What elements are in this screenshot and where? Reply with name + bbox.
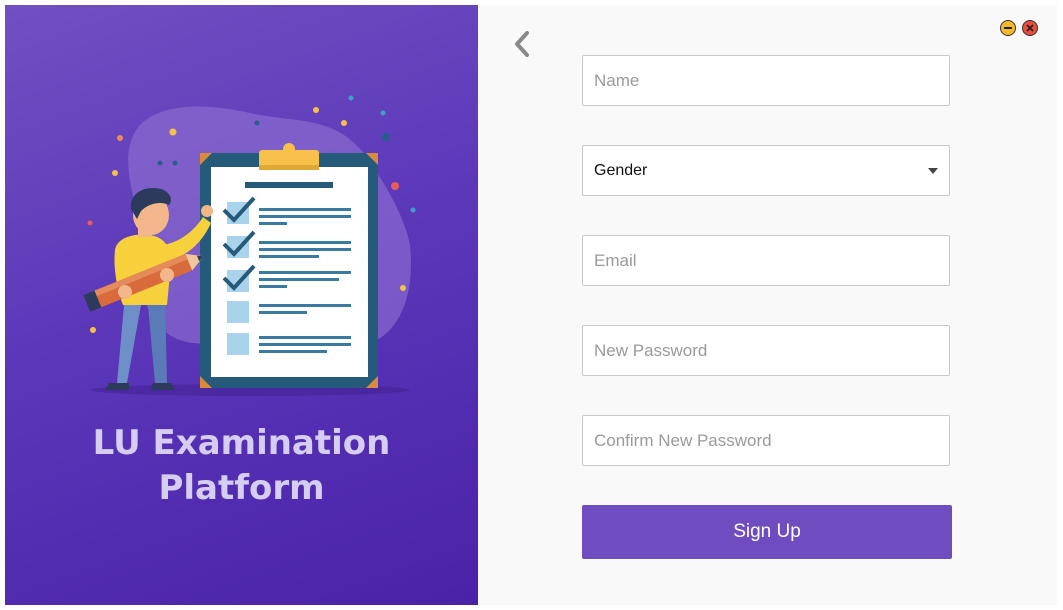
app-title-line1: LU Examination [92, 423, 391, 463]
sign-up-button[interactable]: Sign Up [582, 505, 952, 559]
minimize-icon [1004, 27, 1012, 29]
confirm-password-input[interactable] [583, 416, 949, 465]
signup-window: LU Examination Platform Gender Sign Up [5, 5, 1057, 605]
email-field[interactable] [582, 235, 950, 286]
back-button[interactable] [505, 25, 539, 63]
checklist-illustration [83, 95, 416, 396]
new-password-input[interactable] [583, 326, 949, 375]
close-button[interactable] [1022, 20, 1038, 36]
confirm-password-field[interactable] [582, 415, 950, 466]
close-icon [1026, 24, 1034, 32]
email-input[interactable] [583, 236, 949, 285]
new-password-field[interactable] [582, 325, 950, 376]
minimize-button[interactable] [1000, 20, 1016, 36]
app-title: LU Examination Platform [5, 421, 478, 511]
caret-down-icon [928, 168, 938, 174]
brand-panel: LU Examination Platform [5, 5, 478, 605]
app-title-line2: Platform [158, 468, 325, 508]
name-input[interactable] [583, 56, 949, 105]
gender-select[interactable]: Gender [582, 145, 950, 196]
gender-select-value: Gender [594, 162, 648, 179]
chevron-left-icon [515, 31, 529, 57]
name-field[interactable] [582, 55, 950, 106]
